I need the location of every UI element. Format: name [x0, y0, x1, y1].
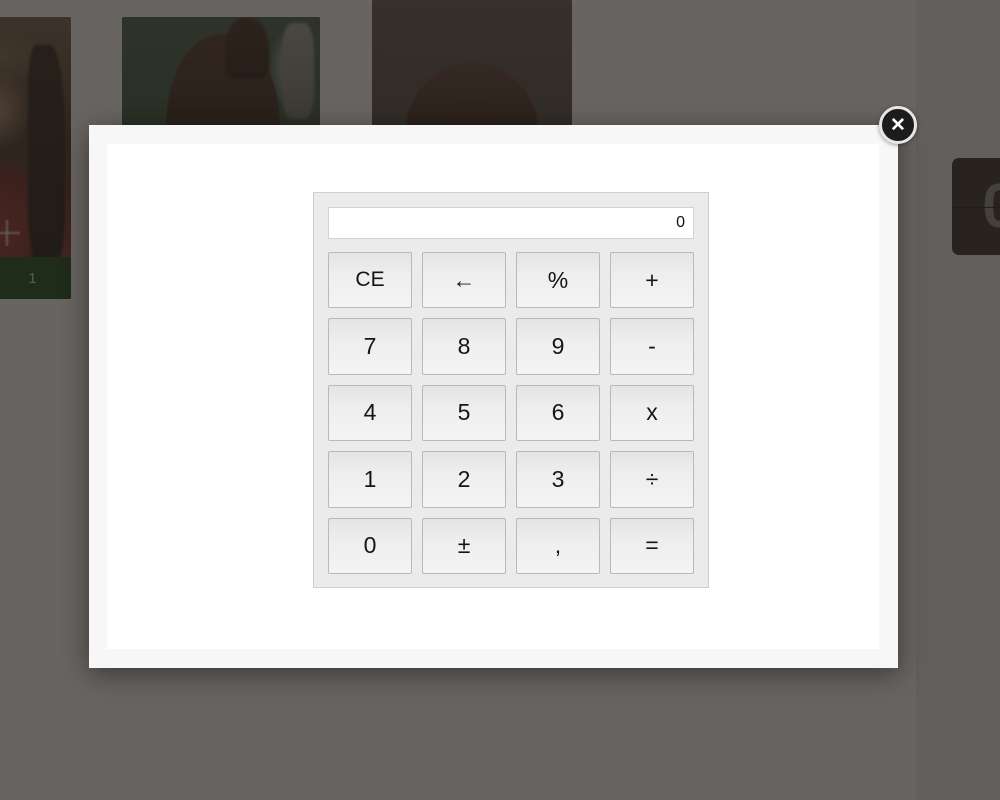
calc-key-minus[interactable]: -: [610, 318, 694, 375]
calc-key-plus[interactable]: +: [610, 252, 694, 309]
overlay-right-strip: [916, 0, 1000, 800]
calc-key-6[interactable]: 6: [516, 384, 600, 442]
calc-key-multiply[interactable]: x: [610, 384, 694, 442]
calculator-keypad: CE ←% +7 8 9- 4 5 6 x 1 2 3 ÷ 0 ±, =: [328, 252, 694, 574]
calc-key-5[interactable]: 5: [422, 384, 506, 442]
calculator-panel: CE←%+789- 456x 123÷ 0±,=: [313, 192, 709, 588]
screen-root: 1 0 CE←: [0, 0, 1000, 800]
calculator-display[interactable]: [328, 207, 694, 239]
calc-key-clear-entry[interactable]: CE: [328, 252, 412, 309]
close-icon: ✕: [890, 114, 906, 136]
calc-key-0[interactable]: 0: [328, 517, 412, 574]
calc-key-backspace[interactable]: ←: [422, 252, 506, 309]
calc-key-divide[interactable]: ÷: [610, 451, 694, 508]
close-icon-button[interactable]: ✕: [879, 106, 917, 144]
calc-key-9[interactable]: 9: [516, 318, 600, 375]
calc-key-equals[interactable]: =: [610, 517, 694, 574]
calc-key-7[interactable]: 7: [328, 318, 412, 375]
calc-key-decimal[interactable]: ,: [516, 517, 600, 574]
calc-key-4[interactable]: 4: [328, 384, 412, 442]
modal-body: CE←%+789- 456x 123÷ 0±,=: [107, 144, 879, 649]
calc-key-percent[interactable]: %: [516, 252, 600, 309]
calc-key-3[interactable]: 3: [516, 451, 600, 508]
calculator-modal: CE←%+789- 456x 123÷ 0±,=: [89, 125, 898, 668]
calc-key-8[interactable]: 8: [422, 318, 506, 375]
calc-key-1[interactable]: 1: [328, 451, 412, 508]
calc-key-sign[interactable]: ±: [422, 517, 506, 574]
calc-key-2[interactable]: 2: [422, 451, 506, 508]
